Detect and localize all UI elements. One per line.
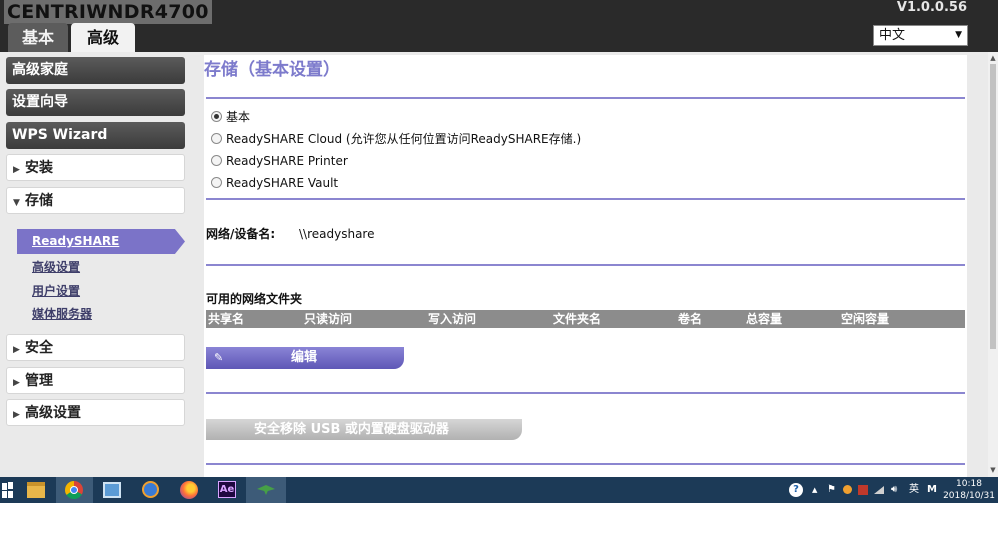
app-tray-icon[interactable]	[843, 477, 853, 503]
pencil-icon: ✎	[214, 351, 224, 364]
after-effects-icon: Ae	[218, 481, 236, 498]
radio-label: ReadySHARE Vault	[226, 176, 339, 190]
section-divider	[206, 463, 965, 465]
collapse-arrow-icon: ▼	[13, 198, 20, 208]
taskbar-after-effects[interactable]: Ae	[208, 477, 245, 503]
edit-button-label: 编辑	[291, 350, 318, 365]
taskbar-app-fox[interactable]	[132, 477, 169, 503]
taskbar-chrome[interactable]	[56, 477, 93, 503]
radio-label: ReadySHARE Cloud (允许您从任何位置访问ReadySHARE存储…	[226, 132, 582, 146]
firefox-icon	[180, 481, 198, 499]
tab-advanced[interactable]: 高级	[71, 23, 135, 52]
safe-remove-usb-button[interactable]: 安全移除 USB 或内置硬盘驱动器	[206, 419, 522, 440]
network-icon[interactable]	[874, 477, 886, 503]
sidebar-item-storage[interactable]: ▼ 存储	[6, 187, 185, 214]
tray-expand-icon[interactable]: ▲	[812, 477, 820, 503]
column-folder-name: 文件夹名	[553, 312, 602, 326]
radio-button[interactable]	[211, 177, 222, 188]
content-panel	[204, 55, 967, 477]
expand-arrow-icon: ▶	[13, 165, 20, 175]
computer-icon	[103, 482, 121, 498]
sidebar: 高级家庭 设置向导 WPS Wizard ▶ 安装 ▼ 存储 ReadySHARE …	[0, 52, 197, 477]
taskbar-computer[interactable]	[94, 477, 131, 503]
section-divider	[206, 392, 965, 394]
radio-option-cloud[interactable]: ReadySHARE Cloud (允许您从任何位置访问ReadySHARE存储…	[211, 130, 581, 148]
sidebar-item-install[interactable]: ▶ 安装	[6, 154, 185, 181]
scroll-up-arrow-icon[interactable]: ▲	[988, 54, 998, 62]
router-model-name: CENTRIWNDR4700	[4, 0, 212, 24]
clock-date: 2018/10/31	[943, 491, 995, 501]
sidebar-item-setup-wizard[interactable]: 设置向导	[6, 89, 185, 116]
dropdown-caret-icon: ▼	[955, 30, 962, 40]
section-divider	[206, 264, 965, 266]
taskbar-file-explorer[interactable]	[18, 477, 55, 503]
sidebar-subitem-media-server[interactable]: 媒体服务器	[32, 306, 92, 322]
router-admin-window: CENTRIWNDR4700 V1.0.0.56 基本 高级 中文 ▼ 高级家庭…	[0, 0, 998, 546]
page-title: 存储（基本设置）	[204, 60, 340, 80]
taskbar-firefox[interactable]	[170, 477, 207, 503]
device-name-label: 网络/设备名:	[206, 227, 276, 241]
network-folders-title: 可用的网络文件夹	[206, 292, 303, 306]
windows-taskbar: Ae ? ▲ ⚑ 🔊︎ 英 M	[0, 477, 998, 503]
sidebar-item-label: 存储	[25, 193, 53, 209]
radio-button[interactable]	[211, 133, 222, 144]
bird-icon	[257, 485, 275, 495]
taskbar-clock[interactable]: 10:18 2018/10/31	[941, 477, 997, 503]
expand-arrow-icon: ▶	[13, 410, 20, 420]
radio-option-printer[interactable]: ReadySHARE Printer	[211, 152, 348, 170]
expand-arrow-icon: ▶	[13, 345, 20, 355]
page-scrollbar[interactable]: ▲ ▼	[988, 52, 998, 477]
sidebar-item-security[interactable]: ▶ 安全	[6, 334, 185, 361]
device-name-value: \\readyshare	[299, 227, 375, 241]
windows-start-icon[interactable]	[2, 482, 14, 498]
language-select-value: 中文	[879, 28, 906, 43]
input-language-indicator[interactable]: 英	[909, 477, 921, 503]
flag-icon[interactable]: ⚑	[827, 477, 837, 503]
folder-icon	[27, 482, 45, 498]
edit-button[interactable]: ✎ 编辑	[206, 347, 404, 369]
column-share-name: 共享名	[208, 312, 245, 326]
radio-button[interactable]	[211, 155, 222, 166]
firmware-version: V1.0.0.56	[896, 0, 967, 15]
sidebar-item-label: 高级设置	[25, 405, 81, 421]
scroll-down-arrow-icon[interactable]: ▼	[988, 466, 998, 474]
radio-label: ReadySHARE Printer	[226, 154, 348, 168]
app-circle-icon	[142, 481, 159, 498]
column-read-access: 只读访问	[304, 312, 353, 326]
column-total-capacity: 总容量	[746, 312, 783, 326]
help-icon[interactable]: ?	[789, 477, 803, 503]
sidebar-item-advanced-home[interactable]: 高级家庭	[6, 57, 185, 84]
sidebar-item-label: 安全	[25, 340, 53, 356]
radio-label: 基本	[226, 110, 251, 124]
radio-option-basic[interactable]: 基本	[211, 108, 250, 126]
sidebar-subitem-user-settings[interactable]: 用户设置	[32, 283, 80, 299]
folders-table-header: 共享名 只读访问 写入访问 文件夹名 卷名 总容量 空闲容量	[206, 310, 965, 328]
security-tray-icon[interactable]	[858, 477, 870, 503]
sidebar-item-advanced-setup[interactable]: ▶ 高级设置	[6, 399, 185, 426]
clock-time: 10:18	[956, 479, 982, 489]
radio-option-vault[interactable]: ReadySHARE Vault	[211, 174, 338, 192]
column-volume-name: 卷名	[678, 312, 703, 326]
scrollbar-thumb[interactable]	[990, 64, 996, 349]
column-write-access: 写入访问	[428, 312, 477, 326]
section-divider	[206, 97, 965, 99]
sidebar-item-label: 管理	[25, 373, 53, 389]
sidebar-subitem-readyshare[interactable]: ReadySHARE	[17, 229, 185, 254]
expand-arrow-icon: ▶	[13, 378, 20, 388]
section-divider	[206, 198, 965, 200]
column-free-capacity: 空闲容量	[841, 312, 890, 326]
chrome-icon	[65, 481, 83, 499]
sidebar-item-wps-wizard[interactable]: WPS Wizard	[6, 122, 185, 149]
sidebar-item-management[interactable]: ▶ 管理	[6, 367, 185, 394]
volume-icon[interactable]: 🔊︎	[891, 477, 903, 503]
language-select[interactable]: 中文 ▼	[873, 25, 968, 46]
blank-area	[0, 503, 998, 546]
radio-button-checked[interactable]	[211, 111, 222, 122]
sidebar-subitem-advanced-settings[interactable]: 高级设置	[32, 259, 80, 275]
sidebar-item-label: 安装	[25, 160, 53, 176]
header-bar: CENTRIWNDR4700 V1.0.0.56 基本 高级 中文 ▼	[0, 0, 998, 52]
tab-basic[interactable]: 基本	[8, 23, 68, 52]
ime-mode-indicator[interactable]: M	[927, 477, 939, 503]
taskbar-active-app[interactable]	[246, 477, 286, 503]
